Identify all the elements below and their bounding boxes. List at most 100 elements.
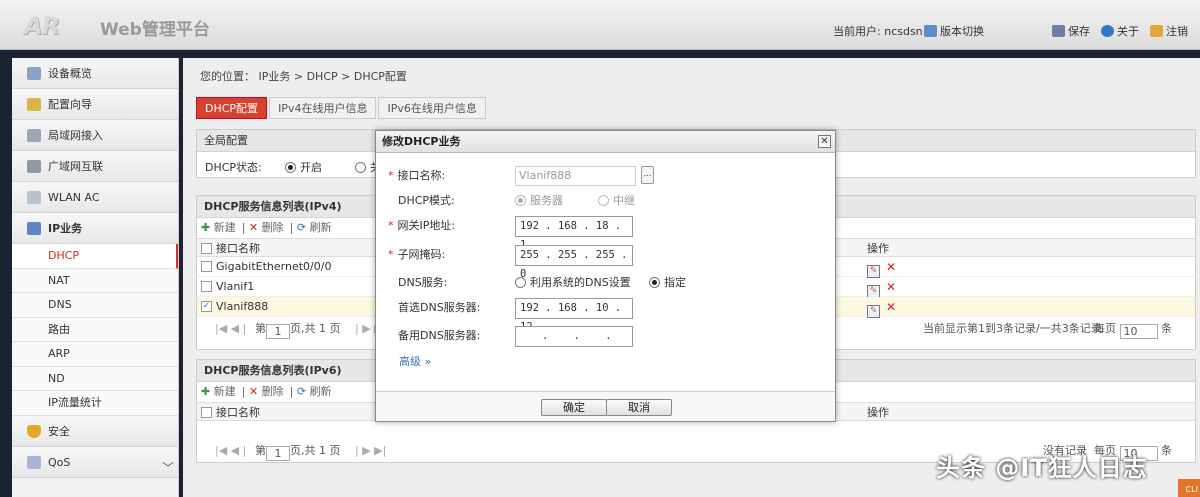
mode-server-radio: 服务器 xyxy=(515,190,563,212)
ipv4-refresh-button[interactable]: ⟳ 刷新 xyxy=(297,221,332,234)
ipv6-refresh-button[interactable]: ⟳ 刷新 xyxy=(297,385,332,398)
sidebar-item-lan[interactable]: 局域网接入 xyxy=(12,120,178,151)
empty-table-body xyxy=(197,421,1195,439)
sidebar-item-wizard[interactable]: 配置向导 xyxy=(12,89,178,120)
dns-specify-radio[interactable]: 指定 xyxy=(649,272,686,294)
sidebar-item-device-overview[interactable]: 设备概览 xyxy=(12,58,178,89)
ip-octet: 18 xyxy=(595,220,609,232)
per-page-unit: 条 xyxy=(1161,444,1172,457)
top-header: AR Web管理平台 当前用户: ncsdsn 版本切换 保存 关于 注销 xyxy=(0,0,1200,50)
device-overview-icon xyxy=(27,67,41,80)
dialog-title: 修改DHCP业务 xyxy=(376,131,835,153)
sidebar-subitem-dhcp[interactable]: DHCP xyxy=(12,244,178,269)
current-user-label: 当前用户: xyxy=(833,25,881,38)
per-page-select[interactable]: 10 xyxy=(1119,324,1158,339)
refresh-label: 刷新 xyxy=(309,385,332,398)
about-button[interactable]: 关于 xyxy=(1101,23,1139,39)
pager-first-prev-icon[interactable]: |◀ ◀ | xyxy=(215,317,246,341)
dns-system-radio[interactable]: 利用系统的DNS设置 xyxy=(515,272,631,294)
sidebar-subitem-dns[interactable]: DNS xyxy=(12,293,178,318)
page-input[interactable]: 1 xyxy=(266,324,290,339)
row-checkbox[interactable] xyxy=(201,281,212,292)
sidebar-subitem-ip-traffic[interactable]: IP流量统计 xyxy=(12,391,178,416)
version-switch-button[interactable]: 版本切换 xyxy=(924,23,984,39)
edit-dhcp-dialog: 修改DHCP业务 ✕ * 接口名称: Vlanif888 ... DHCP模式: … xyxy=(375,130,836,422)
per-page-label: 每页 xyxy=(1094,322,1116,335)
ok-button[interactable]: 确定 xyxy=(541,399,607,416)
pager-next-last-icon[interactable]: | ▶ ▶| xyxy=(355,439,386,463)
gateway-label: 网关IP地址: xyxy=(397,219,456,232)
tab-bar: DHCP配置 IPv4在线用户信息 IPv6在线用户信息 xyxy=(196,97,488,119)
mode-server-label: 服务器 xyxy=(530,194,563,207)
page-input[interactable]: 1 xyxy=(266,446,290,461)
tab-ipv4-online[interactable]: IPv4在线用户信息 xyxy=(269,97,377,119)
ip-octet: 168 xyxy=(557,220,577,232)
sidebar-subitem-nd[interactable]: ND xyxy=(12,366,178,391)
cli-badge[interactable]: CLI xyxy=(1178,479,1200,497)
delete-row-icon[interactable]: ✕ xyxy=(886,280,896,294)
subnet-mask-input[interactable]: 255 . 255 . 255 . 0 xyxy=(515,245,633,280)
row-operations: ✎ ✕ xyxy=(867,277,896,298)
sidebar-item-label: 安全 xyxy=(48,424,70,438)
shield-icon xyxy=(27,424,41,438)
primary-dns-input[interactable]: 192 . 168 . 10 . 12 xyxy=(515,298,633,333)
sidebar-subitem-nat[interactable]: NAT xyxy=(12,268,178,293)
tab-dhcp-config[interactable]: DHCP配置 xyxy=(196,97,268,119)
on-label: 开启 xyxy=(300,161,322,174)
advanced-link[interactable]: 高级 » xyxy=(399,353,431,369)
page-suffix: 页,共 1 页 xyxy=(290,322,341,335)
sidebar-subitem-route[interactable]: 路由 xyxy=(12,317,178,342)
select-all-checkbox[interactable] xyxy=(201,407,212,418)
refresh-icon: ⟳ xyxy=(296,385,307,398)
logout-button[interactable]: 注销 xyxy=(1150,23,1188,39)
row-checkbox[interactable] xyxy=(201,261,212,272)
interface-label: 接口名称: xyxy=(397,169,446,182)
current-user-name: ncsdsn xyxy=(884,25,923,38)
ipv6-delete-button[interactable]: ✕ 删除 xyxy=(249,385,284,398)
delete-row-icon[interactable]: ✕ xyxy=(886,260,896,274)
row-interface-name: GigabitEthernet0/0/0 xyxy=(216,260,332,273)
radio-off-icon xyxy=(355,162,366,173)
ipv6-new-button[interactable]: ✚ 新建 xyxy=(201,385,236,398)
sidebar-item-label: WLAN AC xyxy=(48,191,100,204)
dhcp-mode-label: DHCP模式: xyxy=(398,194,455,207)
gateway-ip-input[interactable]: 192 . 168 . 18 . 1 xyxy=(515,216,633,251)
ipv4-delete-button[interactable]: ✕ 删除 xyxy=(249,221,284,234)
sidebar-item-ip-service[interactable]: IP业务 xyxy=(12,213,178,244)
sidebar-subitem-arp[interactable]: ARP xyxy=(12,342,178,367)
required-mark: * xyxy=(388,219,394,232)
qos-icon xyxy=(27,455,41,469)
watermark-text: 头条 @IT狂人日志 xyxy=(936,454,1148,482)
sidebar-item-wlan[interactable]: WLAN AC xyxy=(12,182,178,213)
mode-relay-radio: 中继 xyxy=(598,190,635,212)
sidebar-item-wan[interactable]: 广域网互联 xyxy=(12,151,178,182)
delete-row-icon[interactable]: ✕ xyxy=(886,300,896,314)
row-operations: ✎ ✕ xyxy=(867,257,896,278)
ar-logo: AR xyxy=(24,12,60,40)
cancel-button[interactable]: 取消 xyxy=(606,399,672,416)
save-button[interactable]: 保存 xyxy=(1052,23,1090,39)
sidebar-item-label: 广域网互联 xyxy=(48,160,103,173)
ip-octet: 192 xyxy=(520,302,539,314)
sidebar-item-label: QoS xyxy=(48,455,71,469)
backup-dns-input[interactable]: . . . xyxy=(515,326,633,347)
col-interface-name: 接口名称 xyxy=(216,406,260,419)
brand-title: Web管理平台 xyxy=(100,20,210,40)
select-all-checkbox[interactable] xyxy=(201,243,212,254)
dns-service-label: DNS服务: xyxy=(398,276,448,289)
plus-icon: ✚ xyxy=(201,221,211,234)
ip-octet: 192 xyxy=(520,220,539,232)
sidebar-item-label: 局域网接入 xyxy=(48,129,103,142)
dhcp-status-on-radio[interactable]: 开启 xyxy=(285,159,322,175)
sidebar: ︿ 设备概览 配置向导 局域网接入 广域网互联 WLAN AC IP业务 DHC… xyxy=(12,58,179,497)
required-mark: * xyxy=(388,169,394,182)
browse-button[interactable]: ... xyxy=(641,166,654,184)
sidebar-item-security[interactable]: 安全 xyxy=(12,415,178,447)
sidebar-scroll-down-icon[interactable]: ﹀ xyxy=(162,462,174,474)
tab-ipv6-online[interactable]: IPv6在线用户信息 xyxy=(378,97,486,119)
ipv4-new-button[interactable]: ✚ 新建 xyxy=(201,221,236,234)
sidebar-item-qos[interactable]: QoS xyxy=(12,446,178,478)
pager-first-prev-icon[interactable]: |◀ ◀ | xyxy=(215,439,246,463)
close-icon[interactable]: ✕ xyxy=(818,135,831,148)
row-checkbox-checked[interactable]: ✓ xyxy=(201,301,212,312)
